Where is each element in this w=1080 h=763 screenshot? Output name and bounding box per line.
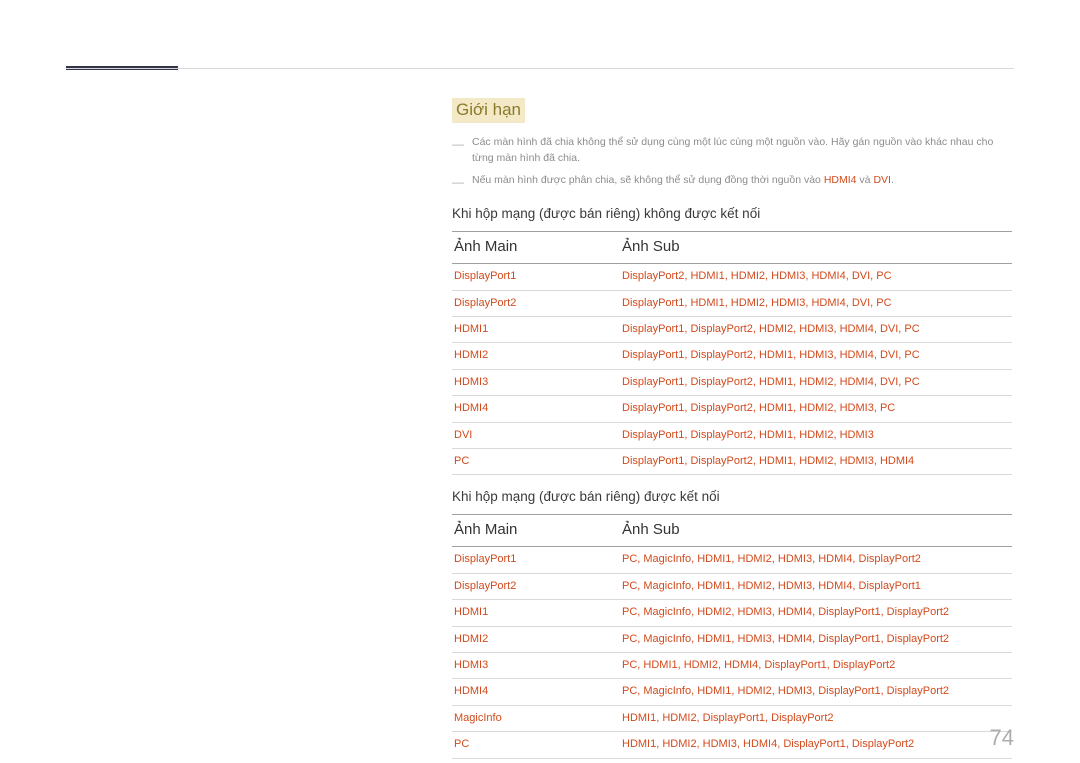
cell-sub: HDMI1, HDMI2, DisplayPort1, DisplayPort2 <box>620 705 1012 731</box>
cell-sub: PC, MagicInfo, HDMI1, HDMI3, HDMI4, Disp… <box>620 626 1012 652</box>
note-2-dvi: DVI <box>873 174 891 186</box>
cell-main: MagicInfo <box>452 705 620 731</box>
cell-sub: PC, MagicInfo, HDMI2, HDMI3, HDMI4, Disp… <box>620 600 1012 626</box>
cell-sub: DisplayPort2, HDMI1, HDMI2, HDMI3, HDMI4… <box>620 264 1012 290</box>
table-row: MagicInfoHDMI1, HDMI2, DisplayPort1, Dis… <box>452 705 1012 731</box>
table-connected: Ảnh Main Ảnh Sub DisplayPort1PC, MagicIn… <box>452 514 1012 758</box>
cell-sub: DisplayPort1, HDMI1, HDMI2, HDMI3, HDMI4… <box>620 290 1012 316</box>
cell-main: HDMI1 <box>452 600 620 626</box>
notes-list: Các màn hình đã chia không thể sử dụng c… <box>472 135 1012 188</box>
note-2-pre: Nếu màn hình được phân chia, sẽ không th… <box>472 174 824 186</box>
note-2-post: . <box>891 174 894 186</box>
table-row: DisplayPort1PC, MagicInfo, HDMI1, HDMI2,… <box>452 547 1012 573</box>
table-row: HDMI2PC, MagicInfo, HDMI1, HDMI3, HDMI4,… <box>452 626 1012 652</box>
cell-main: HDMI2 <box>452 626 620 652</box>
cell-sub: HDMI1, HDMI2, HDMI3, HDMI4, DisplayPort1… <box>620 732 1012 758</box>
cell-main: HDMI2 <box>452 343 620 369</box>
table-row: HDMI4DisplayPort1, DisplayPort2, HDMI1, … <box>452 396 1012 422</box>
table2-caption: Khi hộp mạng (được bán riêng) được kết n… <box>452 489 1012 504</box>
table-row: DisplayPort1DisplayPort2, HDMI1, HDMI2, … <box>452 264 1012 290</box>
cell-main: DisplayPort1 <box>452 547 620 573</box>
page-number: 74 <box>990 725 1014 751</box>
table-row: DisplayPort2DisplayPort1, HDMI1, HDMI2, … <box>452 290 1012 316</box>
table2-head-main: Ảnh Main <box>452 515 620 547</box>
table2-head-sub: Ảnh Sub <box>620 515 1012 547</box>
table-not-connected: Ảnh Main Ảnh Sub DisplayPort1DisplayPort… <box>452 231 1012 475</box>
cell-sub: DisplayPort1, DisplayPort2, HDMI1, HDMI2… <box>620 396 1012 422</box>
section-title: Giới hạn <box>452 98 525 123</box>
cell-sub: DisplayPort1, DisplayPort2, HDMI1, HDMI2… <box>620 448 1012 474</box>
note-2-hdmi4: HDMI4 <box>824 174 857 186</box>
cell-main: PC <box>452 448 620 474</box>
table-row: HDMI3PC, HDMI1, HDMI2, HDMI4, DisplayPor… <box>452 652 1012 678</box>
cell-main: HDMI3 <box>452 652 620 678</box>
cell-sub: DisplayPort1, DisplayPort2, HDMI1, HDMI2… <box>620 422 1012 448</box>
table-row: DVIDisplayPort1, DisplayPort2, HDMI1, HD… <box>452 422 1012 448</box>
cell-main: DVI <box>452 422 620 448</box>
table-row: DisplayPort2PC, MagicInfo, HDMI1, HDMI2,… <box>452 573 1012 599</box>
table1-head-sub: Ảnh Sub <box>620 232 1012 264</box>
cell-sub: PC, MagicInfo, HDMI1, HDMI2, HDMI3, HDMI… <box>620 547 1012 573</box>
table-row: PCDisplayPort1, DisplayPort2, HDMI1, HDM… <box>452 448 1012 474</box>
note-2-mid: và <box>857 174 874 186</box>
cell-main: HDMI4 <box>452 396 620 422</box>
cell-main: DisplayPort1 <box>452 264 620 290</box>
cell-sub: DisplayPort1, DisplayPort2, HDMI1, HDMI2… <box>620 369 1012 395</box>
cell-sub: PC, MagicInfo, HDMI1, HDMI2, HDMI3, HDMI… <box>620 573 1012 599</box>
cell-main: HDMI3 <box>452 369 620 395</box>
table1-head-main: Ảnh Main <box>452 232 620 264</box>
cell-main: PC <box>452 732 620 758</box>
table-row: HDMI2DisplayPort1, DisplayPort2, HDMI1, … <box>452 343 1012 369</box>
note-1: Các màn hình đã chia không thể sử dụng c… <box>472 135 1012 167</box>
cell-main: DisplayPort2 <box>452 290 620 316</box>
note-2: Nếu màn hình được phân chia, sẽ không th… <box>472 173 1012 189</box>
table-row: HDMI4PC, MagicInfo, HDMI1, HDMI2, HDMI3,… <box>452 679 1012 705</box>
cell-sub: DisplayPort1, DisplayPort2, HDMI1, HDMI3… <box>620 343 1012 369</box>
table-row: HDMI1PC, MagicInfo, HDMI2, HDMI3, HDMI4,… <box>452 600 1012 626</box>
header-rule <box>66 68 1014 69</box>
table-row: HDMI3DisplayPort1, DisplayPort2, HDMI1, … <box>452 369 1012 395</box>
cell-sub: PC, MagicInfo, HDMI1, HDMI2, HDMI3, Disp… <box>620 679 1012 705</box>
table-row: PCHDMI1, HDMI2, HDMI3, HDMI4, DisplayPor… <box>452 732 1012 758</box>
table1-caption: Khi hộp mạng (được bán riêng) không được… <box>452 206 1012 221</box>
cell-sub: PC, HDMI1, HDMI2, HDMI4, DisplayPort1, D… <box>620 652 1012 678</box>
cell-main: HDMI4 <box>452 679 620 705</box>
table-row: HDMI1DisplayPort1, DisplayPort2, HDMI2, … <box>452 317 1012 343</box>
main-content: Giới hạn Các màn hình đã chia không thể … <box>452 98 1012 759</box>
cell-main: HDMI1 <box>452 317 620 343</box>
cell-sub: DisplayPort1, DisplayPort2, HDMI2, HDMI3… <box>620 317 1012 343</box>
cell-main: DisplayPort2 <box>452 573 620 599</box>
